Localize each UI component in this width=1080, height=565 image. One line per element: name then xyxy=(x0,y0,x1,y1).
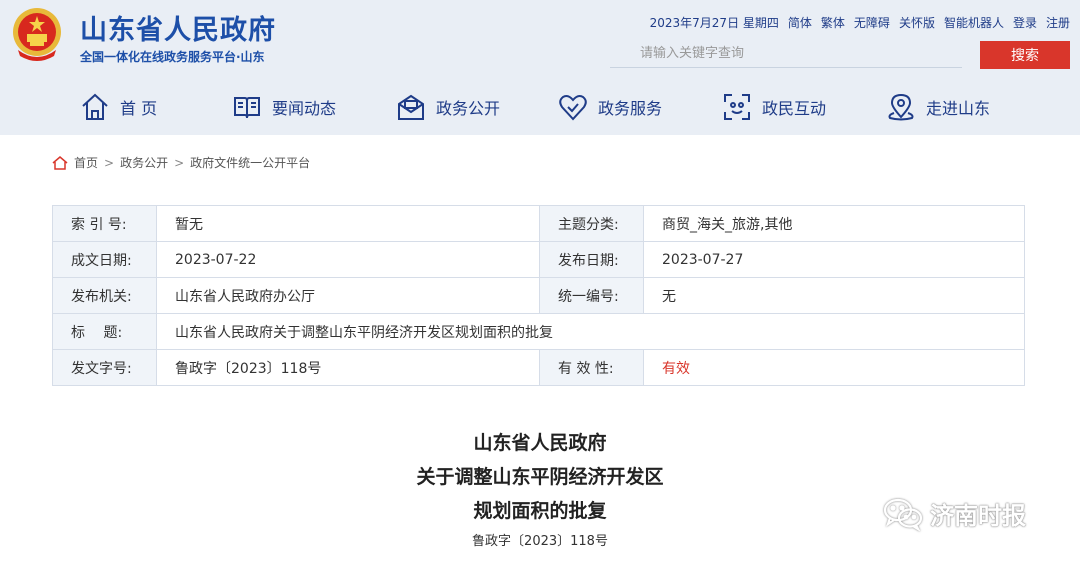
nav-label: 首 页 xyxy=(120,99,158,118)
nav-label: 政务服务 xyxy=(598,99,663,118)
search-box xyxy=(610,40,962,68)
document-info-table: 索 引 号: 暂无 主题分类: 商贸_海关_旅游,其他 成文日期: 2023-0… xyxy=(52,205,1025,386)
watermark: 济南时报 xyxy=(882,496,1026,531)
title-label: 标 题: xyxy=(52,313,157,350)
nav-item-about-shandong[interactable]: 走进山东 xyxy=(886,92,990,122)
heart-icon xyxy=(559,95,587,121)
home-icon xyxy=(82,93,108,120)
table-row: 索 引 号: 暂无 主题分类: 商贸_海关_旅游,其他 xyxy=(52,205,1025,242)
link-accessibility[interactable]: 无障碍 xyxy=(854,14,890,31)
national-emblem-icon xyxy=(13,8,61,61)
site-header: 山东省人民政府 全国一体化在线政务服务平台·山东 2023年7月27日 星期四 … xyxy=(0,0,1080,135)
document-title-line-2: 关于调整山东平阴经济开发区 xyxy=(416,466,664,488)
nav-label: 要闻动态 xyxy=(272,99,337,118)
link-register[interactable]: 注册 xyxy=(1046,14,1070,31)
nav-item-interaction[interactable]: 政民互动 xyxy=(722,92,826,122)
main-nav: 首 页 要闻动态 政务公开 政务服务 政民互动 走进山东 xyxy=(0,84,1080,134)
index-value: 暂无 xyxy=(156,205,540,242)
current-date: 2023年7月27日 星期四 xyxy=(649,16,779,30)
top-links: 2023年7月27日 星期四 简体 繁体 无障碍 关怀版 智能机器人 登录 注册 xyxy=(650,14,1070,31)
published-date-value: 2023-07-27 xyxy=(643,241,1025,278)
topic-value: 商贸_海关_旅游,其他 xyxy=(643,205,1025,242)
table-row: 标 题: 山东省人民政府关于调整山东平阴经济开发区规划面积的批复 xyxy=(52,313,1025,350)
wechat-icon xyxy=(883,498,923,531)
nav-label: 政民互动 xyxy=(762,99,827,118)
watermark-text: 济南时报 xyxy=(930,502,1026,530)
created-date-value: 2023-07-22 xyxy=(156,241,540,278)
index-label: 索 引 号: xyxy=(52,205,157,242)
interaction-icon xyxy=(724,94,750,120)
link-robot[interactable]: 智能机器人 xyxy=(944,14,1004,31)
issuer-value: 山东省人民政府办公厅 xyxy=(156,277,540,314)
validity-label: 有 效 性: xyxy=(539,349,644,386)
document-number-value: 鲁政字〔2023〕118号 xyxy=(156,349,540,386)
news-book-icon xyxy=(234,97,260,119)
document-title-line-1: 山东省人民政府 xyxy=(473,432,607,454)
table-row: 发布机关: 山东省人民政府办公厅 统一编号: 无 xyxy=(52,277,1025,314)
nav-item-home[interactable]: 首 页 xyxy=(80,92,157,122)
document-number: 鲁政字〔2023〕118号 xyxy=(472,534,608,549)
validity-value: 有效 xyxy=(643,349,1025,386)
title-value: 山东省人民政府关于调整山东平阴经济开发区规划面积的批复 xyxy=(156,313,1025,350)
search-input[interactable] xyxy=(610,40,962,67)
nav-label: 走进山东 xyxy=(926,99,991,118)
breadcrumb-public-affairs[interactable]: 政务公开 xyxy=(120,154,168,171)
link-simplified[interactable]: 简体 xyxy=(788,14,812,31)
document-number-label: 发文字号: xyxy=(52,349,157,386)
serial-label: 统一编号: xyxy=(539,277,644,314)
site-subtitle: 全国一体化在线政务服务平台·山东 xyxy=(80,50,265,64)
breadcrumb-home[interactable]: 首页 xyxy=(74,154,98,171)
nav-item-public-affairs[interactable]: 政务公开 xyxy=(396,92,500,122)
serial-value: 无 xyxy=(643,277,1025,314)
nav-label: 政务公开 xyxy=(436,99,501,118)
nav-item-services[interactable]: 政务服务 xyxy=(558,92,662,122)
link-traditional[interactable]: 繁体 xyxy=(821,14,845,31)
search-button[interactable]: 搜索 xyxy=(980,41,1070,69)
site-title[interactable]: 山东省人民政府 xyxy=(80,8,276,47)
location-pin-icon xyxy=(888,93,914,121)
breadcrumb: 首页 > 政务公开 > 政府文件统一公开平台 xyxy=(52,154,310,171)
nav-item-news[interactable]: 要闻动态 xyxy=(232,92,336,122)
issuer-label: 发布机关: xyxy=(52,277,157,314)
link-care-version[interactable]: 关怀版 xyxy=(899,14,935,31)
envelope-icon xyxy=(398,94,424,120)
link-login[interactable]: 登录 xyxy=(1013,14,1037,31)
published-date-label: 发布日期: xyxy=(539,241,644,278)
created-date-label: 成文日期: xyxy=(52,241,157,278)
table-row: 发文字号: 鲁政字〔2023〕118号 有 效 性: 有效 xyxy=(52,349,1025,386)
breadcrumb-documents[interactable]: 政府文件统一公开平台 xyxy=(190,154,310,171)
topic-label: 主题分类: xyxy=(539,205,644,242)
breadcrumb-separator: > xyxy=(104,155,115,170)
table-row: 成文日期: 2023-07-22 发布日期: 2023-07-27 xyxy=(52,241,1025,278)
home-icon xyxy=(52,155,68,170)
breadcrumb-separator: > xyxy=(174,155,185,170)
